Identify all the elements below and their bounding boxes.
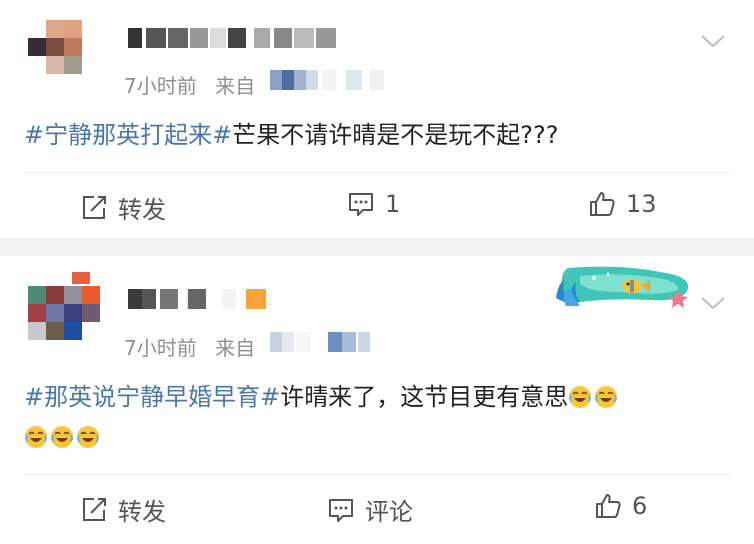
comment-icon	[347, 190, 375, 218]
username-redacted[interactable]	[128, 28, 338, 48]
post-text: 芒果不请许晴是不是玩不起???	[232, 121, 559, 149]
repost-icon	[80, 194, 108, 222]
divider	[24, 474, 730, 475]
post-content: #那英说宁静早婚早育#许晴来了，这节目更有意思	[24, 380, 620, 414]
comment-count: 1	[385, 190, 401, 218]
avatar[interactable]	[28, 20, 100, 92]
like-icon	[588, 190, 616, 218]
post-content-emoji-line	[24, 420, 102, 454]
source-prefix: 来自	[215, 74, 256, 98]
repost-button[interactable]: 转发	[80, 492, 166, 527]
repost-label: 转发	[118, 196, 166, 224]
avatar[interactable]	[28, 272, 108, 352]
hashtag-link[interactable]: #那英说宁静早婚早育#	[24, 383, 280, 411]
username-redacted[interactable]	[128, 289, 278, 309]
laugh-cry-emoji-icon	[76, 424, 100, 448]
like-icon	[594, 492, 622, 520]
repost-label: 转发	[118, 498, 166, 526]
laugh-cry-emoji-icon	[594, 384, 618, 408]
divider	[24, 172, 730, 173]
hashtag-link[interactable]: #宁静那英打起来#	[24, 121, 232, 149]
chevron-down-icon[interactable]	[700, 33, 726, 49]
weibo-comment-card: 7小时前 来自 #宁静那英打起来#芒果不请许晴是不是玩不起??? 转发 1 13	[0, 0, 754, 238]
like-button[interactable]: 13	[588, 190, 657, 218]
chevron-down-icon[interactable]	[700, 295, 726, 311]
post-time: 7小时前	[124, 74, 197, 98]
repost-icon	[80, 496, 108, 524]
post-time: 7小时前	[124, 336, 197, 360]
comment-label: 评论	[365, 498, 413, 526]
source-redacted[interactable]	[270, 70, 430, 90]
post-meta: 7小时前 来自	[124, 332, 454, 361]
like-count: 13	[626, 190, 657, 218]
ocean-fish-banner	[550, 262, 700, 316]
comment-button[interactable]: 评论	[327, 492, 413, 527]
comment-icon	[327, 496, 355, 524]
post-content: #宁静那英打起来#芒果不请许晴是不是玩不起???	[24, 118, 558, 152]
source-redacted[interactable]	[270, 332, 430, 352]
source-prefix: 来自	[215, 336, 256, 360]
laugh-cry-emoji-icon	[24, 424, 48, 448]
card-separator	[0, 238, 754, 256]
post-text: 许晴来了，这节目更有意思	[280, 383, 569, 411]
repost-button[interactable]: 转发	[80, 190, 166, 225]
like-count: 6	[632, 492, 648, 520]
comment-button[interactable]: 1	[347, 190, 400, 218]
laugh-cry-emoji-icon	[568, 384, 592, 408]
laugh-cry-emoji-icon	[50, 424, 74, 448]
like-button[interactable]: 6	[594, 492, 647, 520]
post-meta: 7小时前 来自	[124, 70, 454, 99]
weibo-comment-card: 7小时前 来自 #那英说宁静早婚早育#许晴来了，这节目更有意思 转发 评论 6	[0, 256, 754, 544]
